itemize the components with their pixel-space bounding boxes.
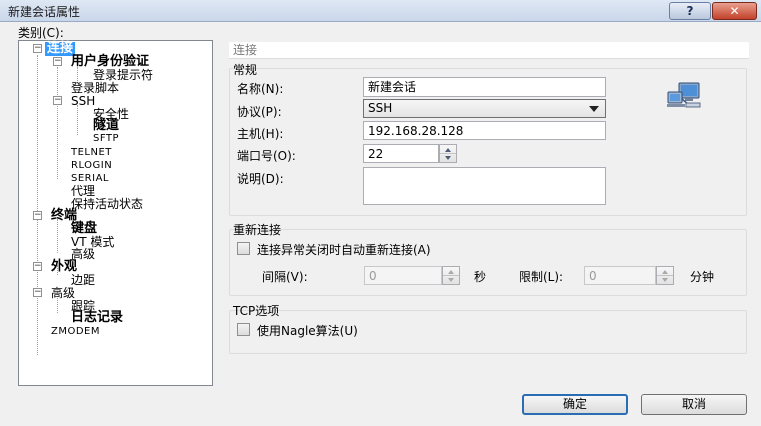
title-bar: 新建会话属性 ? ✕ [0, 0, 761, 22]
description-label: 说明(D): [237, 172, 284, 186]
section-header: 连接 [229, 42, 749, 59]
collapse-icon[interactable]: − [33, 262, 42, 271]
protocol-select[interactable]: SSH [363, 99, 606, 118]
interval-unit: 秒 [474, 270, 487, 284]
nagle-label: 使用Nagle算法(U) [257, 324, 358, 338]
collapse-icon[interactable]: − [53, 57, 62, 66]
description-input[interactable] [363, 167, 606, 205]
ok-button[interactable]: 确定 [522, 394, 628, 415]
spin-up-icon[interactable] [440, 145, 456, 154]
host-label: 主机(H): [237, 127, 284, 141]
tree-item-ssh[interactable]: SSH [71, 94, 95, 108]
tree-line [77, 67, 78, 81]
auto-reconnect-checkbox[interactable] [237, 242, 250, 255]
collapse-icon[interactable]: − [33, 288, 42, 297]
interval-spinner[interactable] [442, 266, 460, 285]
category-tree[interactable]: − 连接 − 用户身份验证 登录提示符 登录脚本 − SSH 安全性 隧道 SF… [18, 40, 213, 386]
tree-item-proxy[interactable]: 代理 [71, 184, 95, 198]
tree-item-login-prompt[interactable]: 登录提示符 [93, 68, 153, 82]
limit-label: 限制(L): [519, 270, 564, 284]
tree-item-margins[interactable]: 边距 [71, 273, 95, 287]
chevron-down-icon [589, 106, 599, 112]
collapse-icon[interactable]: − [33, 44, 42, 53]
host-input[interactable]: 192.168.28.128 [363, 121, 606, 140]
nagle-checkbox[interactable] [237, 323, 250, 336]
tree-item-tunnel[interactable]: 隧道 [93, 119, 119, 133]
collapse-icon[interactable]: − [33, 211, 42, 220]
tree-item-logging[interactable]: 日志记录 [71, 311, 123, 325]
close-button[interactable]: ✕ [712, 2, 757, 20]
tree-item-advanced[interactable]: 高级 [51, 286, 75, 300]
port-label: 端口号(O): [237, 149, 296, 163]
spin-up-icon[interactable] [443, 267, 459, 276]
tree-line [37, 55, 38, 355]
category-label: 类别(C): [18, 26, 64, 40]
protocol-value: SSH [368, 101, 393, 115]
port-input[interactable]: 22 [363, 144, 439, 163]
interval-input[interactable]: 0 [364, 266, 442, 285]
reconnect-group [229, 229, 747, 296]
reconnect-group-title: 重新连接 [233, 223, 282, 237]
collapse-icon[interactable]: − [53, 96, 62, 105]
cancel-button[interactable]: 取消 [641, 394, 747, 415]
tree-item-keyboard[interactable]: 键盘 [71, 222, 97, 236]
window-title: 新建会话属性 [8, 5, 81, 19]
tcp-group-title: TCP选项 [233, 304, 280, 318]
protocol-label: 协议(P): [237, 105, 282, 119]
tree-item-telnet[interactable]: TELNET [71, 146, 112, 160]
general-group-title: 常规 [233, 63, 258, 77]
auto-reconnect-label: 连接异常关闭时自动重新连接(A) [257, 243, 431, 257]
limit-input[interactable]: 0 [584, 266, 656, 285]
tree-line [77, 105, 78, 135]
name-label: 名称(N): [237, 82, 284, 96]
spin-down-icon[interactable] [443, 276, 459, 285]
port-spinner[interactable] [439, 144, 457, 163]
tree-item-keepalive[interactable]: 保持活动状态 [71, 197, 143, 211]
interval-label: 间隔(V): [262, 270, 308, 284]
spin-up-icon[interactable] [657, 267, 673, 276]
help-button[interactable]: ? [669, 2, 711, 20]
spin-down-icon[interactable] [440, 154, 456, 163]
tree-item-auth[interactable]: 用户身份验证 [71, 55, 149, 69]
limit-unit: 分钟 [690, 270, 715, 284]
tree-item-sftp[interactable]: SFTP [93, 132, 119, 146]
tree-line [57, 67, 58, 179]
limit-spinner[interactable] [656, 266, 674, 285]
tree-item-login-script[interactable]: 登录脚本 [71, 81, 119, 95]
tree-line [57, 219, 58, 253]
spin-down-icon[interactable] [657, 276, 673, 285]
tree-item-rlogin[interactable]: RLOGIN [71, 159, 112, 173]
name-input[interactable]: 新建会话 [363, 77, 606, 97]
tree-item-zmodem[interactable]: ZMODEM [51, 325, 100, 339]
network-computer-icon [667, 82, 701, 108]
tree-item-appearance[interactable]: 外观 [51, 260, 77, 274]
